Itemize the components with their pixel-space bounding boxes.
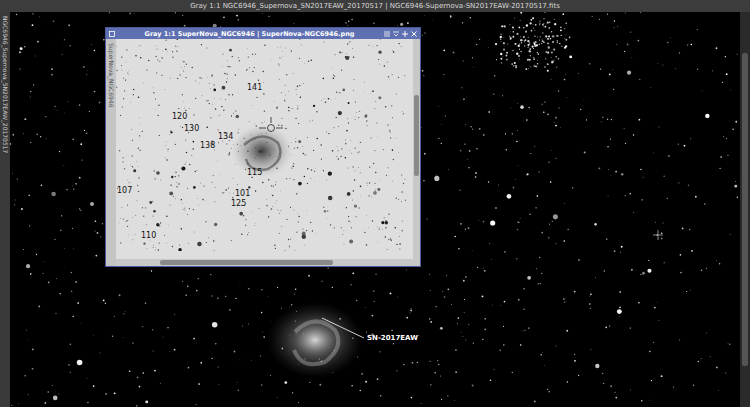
image-annotation: SN-2017EAW <box>367 334 418 342</box>
star-label: 101 <box>235 190 250 198</box>
side-tab[interactable]: NGC6946_Supernova_SN2017EAW_20170517 <box>0 12 10 407</box>
star-label: 138 <box>200 142 215 150</box>
finder-side-tab[interactable]: SuperNova_NGC6946 <box>106 39 116 266</box>
star-label: 130 <box>184 125 199 133</box>
pixinsight-workspace: Gray 1:1 NGC6946_Supernova_SN2017EAW_201… <box>0 0 750 407</box>
star-label: 107 <box>117 187 132 195</box>
annotation-line <box>322 318 364 338</box>
star-label: 115 <box>247 169 262 177</box>
finder-image-view[interactable]: 141 120 130 134138 115 107 101 125 110 <box>116 39 413 259</box>
finder-window[interactable]: Gray 1:1 SuperNova_NGC6946 | SuperNova-N… <box>105 27 421 267</box>
image-window-title[interactable]: Gray 1:1 NGC6946_Supernova_SN2017EAW_201… <box>0 0 750 12</box>
window-menu-icon[interactable] <box>109 31 115 37</box>
image-window-body: NGC6946_Supernova_SN2017EAW_20170517SN-2… <box>0 12 750 407</box>
shade-icon[interactable] <box>393 31 399 37</box>
finder-image <box>116 39 406 251</box>
crosshair-icon <box>653 230 663 240</box>
star-label: 125 <box>231 200 246 208</box>
maximize-icon[interactable] <box>402 31 408 37</box>
target-crosshair-icon <box>259 117 283 132</box>
image-canvas[interactable]: SN-2017EAW Gray 1:1 SuperNova_NGC6946 | S… <box>10 12 740 407</box>
window-buttons <box>384 31 417 37</box>
star-label: 141 <box>247 84 262 92</box>
galaxy <box>267 302 363 378</box>
vertical-scrollbar[interactable] <box>740 12 750 407</box>
finder-window-title[interactable]: Gray 1:1 SuperNova_NGC6946 | SuperNova-N… <box>106 28 420 39</box>
close-icon[interactable] <box>411 31 417 37</box>
menu-icon[interactable] <box>384 31 390 37</box>
horizontal-scrollbar[interactable] <box>116 259 420 266</box>
star-label: 110 <box>141 232 156 240</box>
vertical-scrollbar[interactable] <box>413 39 420 259</box>
finder-window-body: SuperNova_NGC6946 141 120 130 134138 115 107 10… <box>106 39 420 266</box>
star-label: 120 <box>172 113 187 121</box>
star-label: 134 <box>218 133 233 141</box>
